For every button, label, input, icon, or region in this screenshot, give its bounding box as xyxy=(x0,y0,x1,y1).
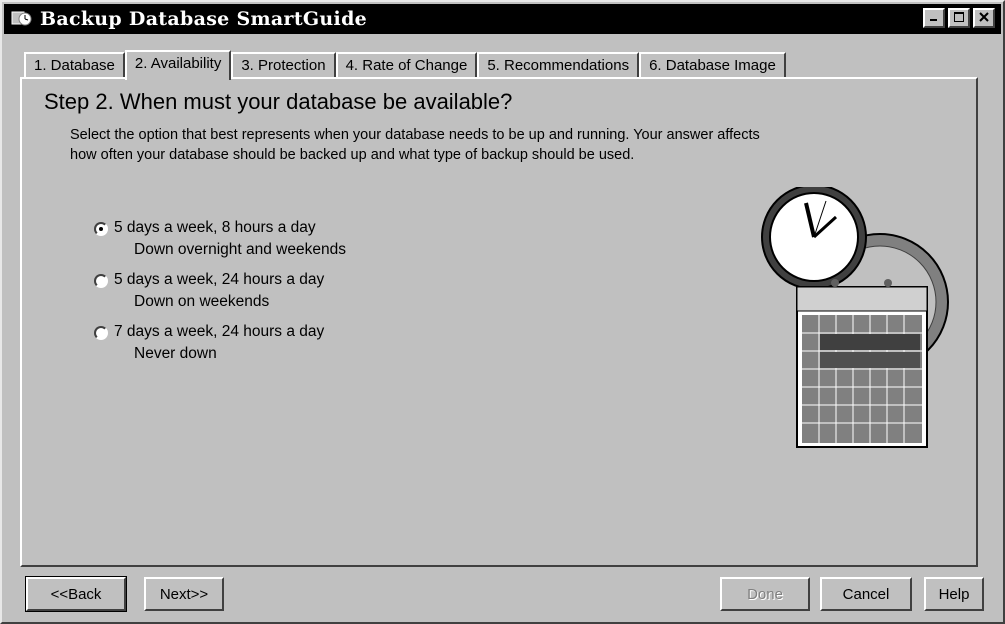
step-title: Step 2. When must your database be avail… xyxy=(44,89,513,114)
maximize-button[interactable] xyxy=(948,8,970,28)
back-button[interactable]: <<Back xyxy=(25,576,127,612)
minimize-button[interactable] xyxy=(923,8,945,28)
close-icon xyxy=(979,12,989,24)
maximize-icon xyxy=(954,12,964,24)
step-description: Select the option that best represents w… xyxy=(70,127,760,163)
tab-availability[interactable]: 2. Availability xyxy=(124,50,232,80)
close-button[interactable] xyxy=(973,8,995,28)
radio-5x8[interactable] xyxy=(94,222,108,236)
tab-panel: Step 2. When must your database be avail… xyxy=(20,77,978,567)
help-button[interactable]: Help xyxy=(924,577,984,611)
smartguide-window: Backup Database SmartGuide 1. Database 2… xyxy=(0,0,1005,624)
tab-recommendations[interactable]: 5. Recommendations xyxy=(477,52,640,78)
window-title: Backup Database SmartGuide xyxy=(40,8,368,30)
tab-database-image[interactable]: 6. Database Image xyxy=(639,52,786,78)
option-label: 7 days a week, 24 hours a day xyxy=(114,323,325,340)
next-button[interactable]: Next>> xyxy=(144,577,224,611)
done-button[interactable]: Done xyxy=(720,577,810,611)
tab-strip: 1. Database 2. Availability 3. Protectio… xyxy=(24,50,786,80)
tab-rate-of-change[interactable]: 4. Rate of Change xyxy=(335,52,478,78)
radio-7x24[interactable] xyxy=(94,326,108,340)
option-description: Down on weekends xyxy=(134,293,270,310)
option-description: Down overnight and weekends xyxy=(134,241,346,258)
option-description: Never down xyxy=(134,345,217,362)
clock-calendar-icon xyxy=(740,184,950,492)
app-icon xyxy=(10,9,34,29)
tab-protection[interactable]: 3. Protection xyxy=(231,52,336,78)
tab-database[interactable]: 1. Database xyxy=(24,52,125,78)
option-label: 5 days a week, 24 hours a day xyxy=(114,271,325,288)
option-label: 5 days a week, 8 hours a day xyxy=(114,219,316,236)
minimize-icon xyxy=(929,12,939,24)
title-bar[interactable]: Backup Database SmartGuide xyxy=(4,4,1001,34)
cancel-button[interactable]: Cancel xyxy=(820,577,912,611)
radio-5x24[interactable] xyxy=(94,274,108,288)
